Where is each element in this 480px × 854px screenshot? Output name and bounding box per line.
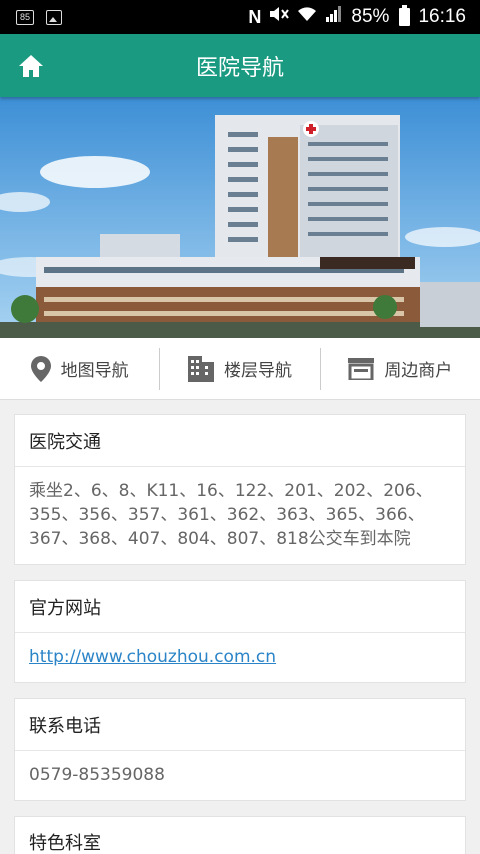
floor-navigation-button[interactable]: 楼层导航	[159, 347, 319, 390]
wifi-icon	[297, 6, 317, 28]
hospital-banner-image	[0, 97, 480, 338]
website-link[interactable]: http://www.chouzhou.com.cn	[29, 647, 276, 667]
nearby-shops-label: 周边商户	[384, 361, 453, 381]
transport-card-body: 乘坐2、6、8、K11、16、122、201、202、206、355、356、3…	[29, 481, 433, 549]
app-bar: 医院导航	[0, 34, 480, 97]
home-button[interactable]	[0, 34, 62, 97]
website-card-body: http://www.chouzhou.com.cn	[15, 633, 465, 682]
transport-card-title: 医院交通	[15, 415, 465, 467]
home-icon	[19, 54, 43, 77]
battery-percent: 85%	[351, 6, 390, 27]
shop-icon	[348, 357, 375, 380]
gallery-notification-icon	[46, 9, 63, 25]
battery-icon	[399, 5, 411, 26]
status-bar: 85 N 85% 16:16	[0, 0, 480, 34]
website-card: 官方网站 http://www.chouzhou.com.cn	[14, 580, 466, 683]
building-icon	[187, 355, 214, 382]
phone-card: 联系电话 0579-85359088	[14, 698, 466, 801]
clock: 16:16	[418, 6, 466, 27]
nearby-shops-button[interactable]: 周边商户	[319, 347, 480, 390]
navigation-options: 地图导航 楼层导航 周边商户	[0, 338, 480, 400]
website-card-title: 官方网站	[15, 581, 465, 633]
nfc-indicator: N	[248, 6, 262, 27]
map-navigation-button[interactable]: 地图导航	[0, 348, 159, 390]
map-navigation-label: 地图导航	[60, 361, 129, 381]
phone-number[interactable]: 0579-85359088	[15, 751, 465, 800]
floor-navigation-label: 楼层导航	[223, 361, 292, 381]
transport-card: 医院交通 乘坐2、6、8、K11、16、122、201、202、206、355、…	[14, 414, 466, 565]
page-title: 医院导航	[195, 55, 284, 81]
featured-departments-title: 特色科室	[29, 833, 101, 854]
mute-icon	[269, 6, 290, 28]
info-list: 医院交通 乘坐2、6、8、K11、16、122、201、202、206、355、…	[0, 400, 480, 854]
signal-icon	[325, 6, 343, 28]
phone-card-title: 联系电话	[15, 699, 465, 751]
featured-departments-card[interactable]: 特色科室	[14, 816, 466, 854]
notification-badge: 85	[16, 9, 35, 25]
map-pin-icon	[30, 355, 51, 382]
